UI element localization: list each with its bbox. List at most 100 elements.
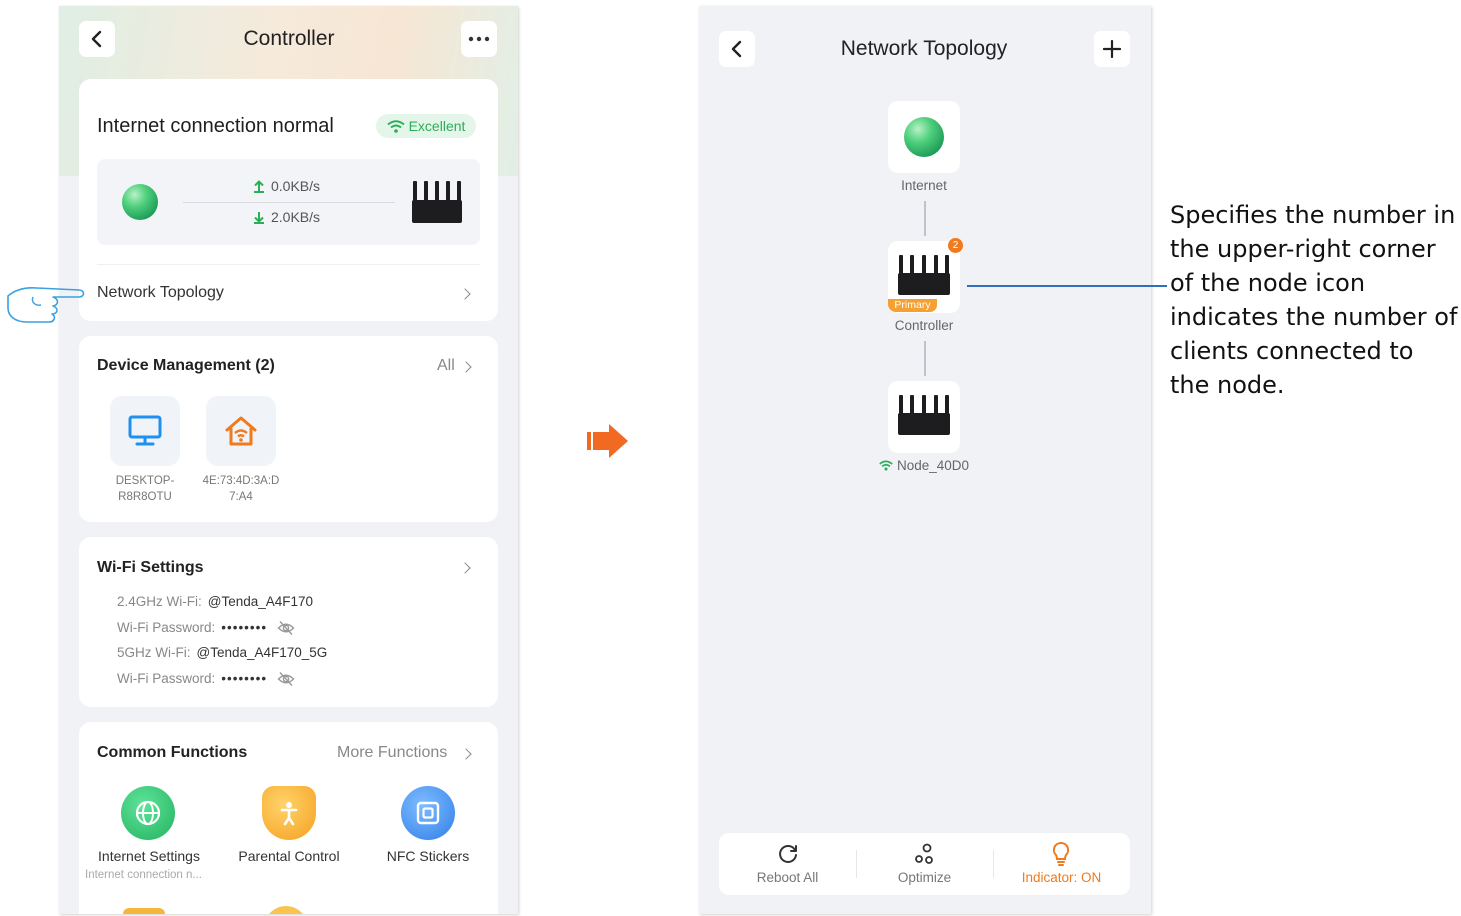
controller-node-label: Controller: [894, 318, 954, 333]
controller-screen: Controller Internet connection normal Ex…: [59, 6, 518, 914]
common-functions-card: Common Functions More Functions Internet…: [79, 722, 498, 914]
all-devices-link[interactable]: All: [431, 356, 481, 378]
controller-node[interactable]: Primary: [888, 241, 960, 313]
device-management-card: Device Management (2) All DESKTOP- R8R8O…: [79, 336, 498, 522]
indicator-label: Indicator: ON: [1021, 870, 1102, 885]
page-title: Network Topology: [840, 37, 1008, 60]
reboot-icon: [779, 845, 797, 863]
signal-badge-label: Excellent: [408, 118, 466, 134]
network-topology-label: Network Topology: [97, 284, 224, 301]
upload-speed: 0.0KB/s: [253, 178, 320, 194]
device-tile-desktop[interactable]: [110, 396, 180, 466]
device-management-title: Device Management (2): [97, 357, 275, 374]
router-icon: [412, 181, 462, 223]
wifi-5g-password-row: Wi-Fi Password: ••••••••: [117, 671, 267, 686]
wifi-settings-card[interactable]: Wi-Fi Settings 2.4GHz Wi-Fi: @Tenda_A4F17…: [79, 537, 498, 707]
chevron-left-icon: [91, 30, 102, 48]
smart-home-icon: [225, 416, 257, 446]
more-dots-icon: [468, 36, 490, 42]
wifi-24-password-row: Wi-Fi Password: ••••••••: [117, 620, 267, 635]
globe-icon: [904, 117, 944, 157]
globe-icon: [122, 184, 158, 220]
nfc-icon: [416, 801, 440, 825]
shield-child-icon: [280, 802, 298, 826]
globe-outline-icon: [135, 800, 161, 826]
internet-settings-button[interactable]: [121, 786, 175, 840]
upload-arrow-icon: [254, 179, 264, 193]
plus-icon: [1103, 40, 1121, 58]
eye-off-icon[interactable]: [277, 670, 295, 688]
wifi-row-label: 5GHz Wi-Fi:: [117, 645, 191, 660]
download-arrow-icon: [254, 211, 264, 224]
back-button[interactable]: [79, 21, 115, 57]
internet-node[interactable]: [888, 101, 960, 173]
optimize-icon: [915, 843, 933, 864]
parental-control-button[interactable]: [262, 786, 316, 840]
signal-badge: Excellent: [376, 114, 476, 138]
wifi-settings-title: Wi-Fi Settings: [97, 559, 204, 576]
optimize-button[interactable]: Optimize: [856, 833, 993, 895]
wifi-row-label: 2.4GHz Wi-Fi:: [117, 594, 202, 609]
upload-speed-value: 0.0KB/s: [271, 178, 321, 194]
internet-status-card: Internet connection normal Excellent 0.0…: [79, 79, 498, 321]
common-functions-title: Common Functions: [97, 744, 248, 761]
wifi-row-label: Wi-Fi Password:: [117, 620, 216, 635]
wifi-icon: [879, 460, 893, 471]
device-name: 4E:73:4D:3A:D 7:A4: [191, 473, 291, 505]
chevron-right-icon: [459, 288, 471, 300]
network-topology-link[interactable]: Network Topology: [79, 265, 498, 321]
connection-line: [924, 341, 926, 376]
page-title: Controller: [243, 27, 335, 50]
add-node-button[interactable]: [1094, 31, 1130, 67]
reboot-all-label: Reboot All: [756, 870, 819, 885]
bottom-action-bar: Reboot All Optimize Indicator: ON: [719, 833, 1130, 895]
device-name-line1: 4E:73:4D:3A:D: [202, 475, 280, 487]
lightbulb-icon: [1052, 841, 1070, 866]
chevron-right-icon: [460, 748, 472, 760]
device-name-line1: DESKTOP-: [115, 475, 175, 487]
wifi-row-value: ••••••••: [221, 620, 268, 635]
annotation-line: [967, 285, 1167, 287]
internet-node-label: Internet: [901, 178, 947, 193]
wifi-icon: [386, 119, 405, 133]
indicator-toggle[interactable]: Indicator: ON: [993, 833, 1130, 895]
more-button[interactable]: [461, 21, 497, 57]
wifi-row-value: ••••••••: [221, 671, 268, 686]
satellite-node[interactable]: [888, 381, 960, 453]
internet-status-text: Internet connection normal: [97, 115, 334, 137]
wifi-row-value: @Tenda_A4F170: [207, 594, 314, 609]
device-name-line2: 7:A4: [229, 491, 253, 503]
arrow-right-icon: [587, 424, 628, 458]
internet-settings-label: Internet Settings: [98, 848, 200, 864]
nfc-stickers-label: NFC Stickers: [386, 848, 470, 864]
back-button[interactable]: [719, 31, 755, 67]
satellite-node-label: Node_40D0: [844, 458, 1004, 473]
all-label: All: [437, 357, 455, 374]
optimize-label: Optimize: [897, 870, 952, 885]
chevron-left-icon: [731, 40, 742, 58]
router-icon: [898, 255, 950, 295]
wifi-row-label: Wi-Fi Password:: [117, 671, 216, 686]
internet-settings-sub: Internet connection n...: [85, 869, 202, 881]
network-topology-screen: Network Topology Internet Primary 2 Cont…: [699, 6, 1151, 914]
satellite-node-name: Node_40D0: [896, 458, 970, 473]
wifi-24-row: 2.4GHz Wi-Fi: @Tenda_A4F170: [117, 594, 313, 609]
eye-off-icon[interactable]: [277, 619, 295, 637]
more-functions-link[interactable]: More Functions: [337, 743, 482, 765]
router-icon: [898, 395, 950, 435]
download-speed: 2.0KB/s: [253, 209, 320, 225]
client-count-badge: 2: [948, 238, 963, 253]
more-functions-label: More Functions: [337, 744, 448, 761]
wifi-row-value: @Tenda_A4F170_5G: [196, 645, 328, 660]
download-speed-value: 2.0KB/s: [271, 209, 321, 225]
device-name: DESKTOP- R8R8OTU: [95, 473, 195, 505]
device-name-line2: R8R8OTU: [118, 491, 172, 503]
function-icon-partial: [123, 908, 165, 914]
nfc-stickers-button[interactable]: [401, 786, 455, 840]
wifi-5g-row: 5GHz Wi-Fi: @Tenda_A4F170_5G: [117, 645, 327, 660]
reboot-all-button[interactable]: Reboot All: [719, 833, 856, 895]
primary-tag: Primary: [888, 299, 937, 312]
chevron-right-icon: [460, 361, 472, 373]
speed-panel: 0.0KB/s 2.0KB/s: [97, 159, 480, 245]
device-tile-smart-home[interactable]: [206, 396, 276, 466]
